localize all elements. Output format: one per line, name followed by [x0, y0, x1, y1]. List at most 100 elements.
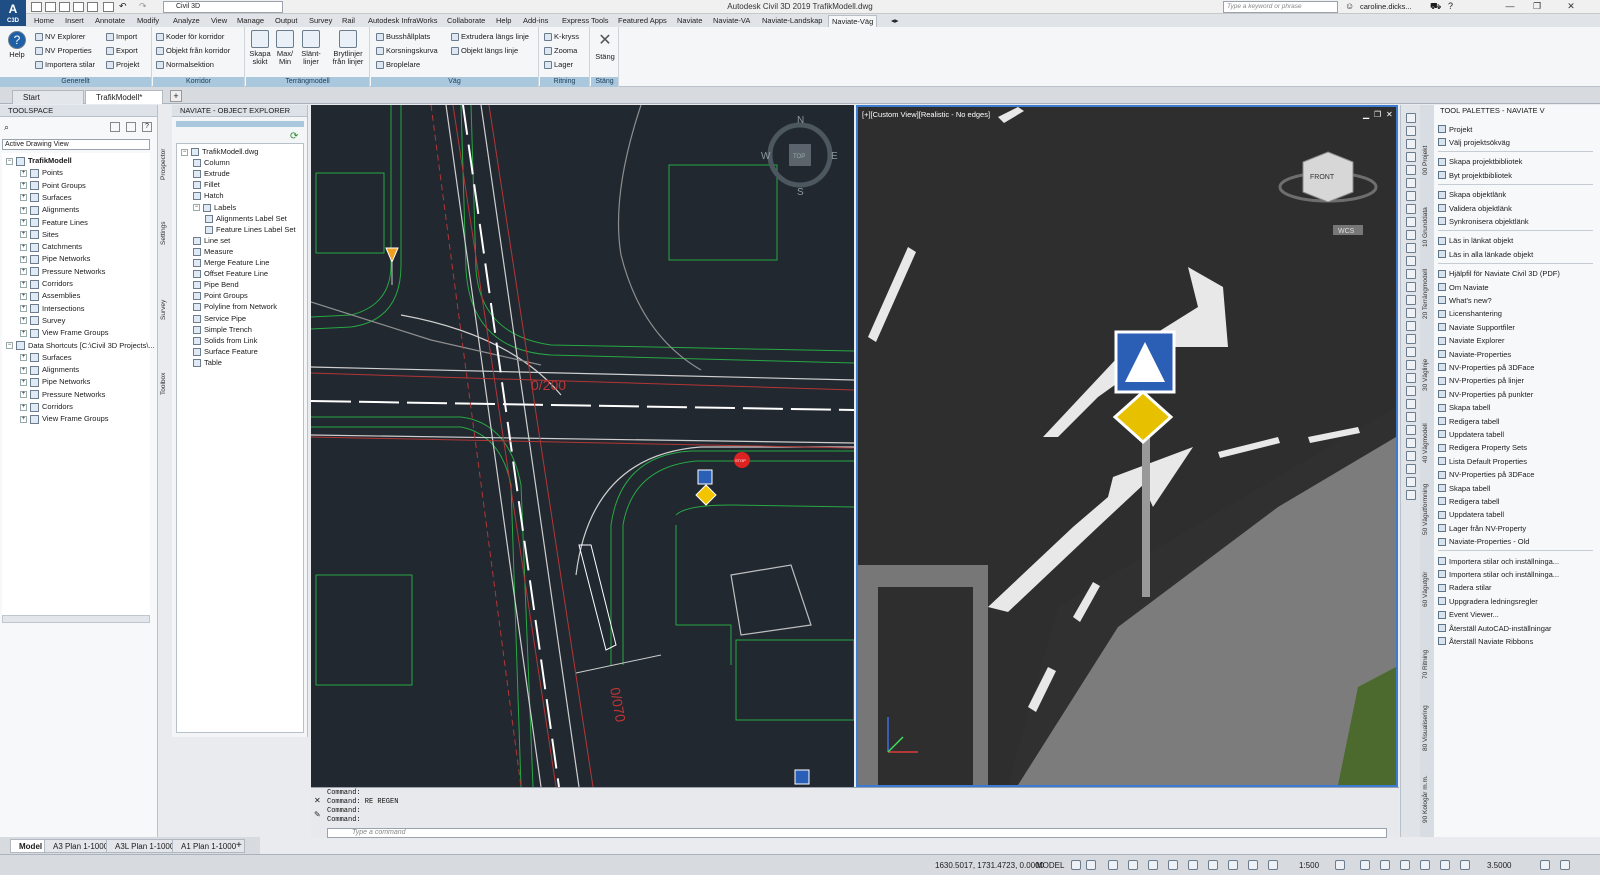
- importera-stilar-button[interactable]: Importera stilar: [35, 60, 95, 69]
- palette-tool[interactable]: Projekt: [1438, 123, 1472, 135]
- open-icon[interactable]: [45, 2, 56, 12]
- tree-item[interactable]: + Corridors: [20, 278, 73, 290]
- palette-tool[interactable]: Licenshantering: [1438, 308, 1502, 320]
- settings-icon[interactable]: [1335, 860, 1345, 870]
- drawing-viewport[interactable]: 0/200 0/070 STOP TOP N S E W: [310, 104, 855, 788]
- save-icon[interactable]: [59, 2, 70, 12]
- tool-icon[interactable]: [1406, 113, 1416, 123]
- palette-tool[interactable]: Synkronisera objektlänk: [1438, 215, 1529, 227]
- palette-tool[interactable]: Hjälpfil för Naviate Civil 3D (PDF): [1438, 268, 1560, 280]
- palette-tool[interactable]: Naviate-Properties: [1438, 348, 1511, 360]
- skapa-skikt-button[interactable]: Skapa skikt: [246, 30, 274, 66]
- expand-toggle-icon[interactable]: −: [181, 148, 188, 156]
- palette-tool[interactable]: Redigera tabell: [1438, 415, 1499, 427]
- tab-survey[interactable]: Survey: [160, 290, 170, 320]
- tree-item[interactable]: + Catchments: [20, 241, 82, 253]
- undo-icon[interactable]: ↶: [119, 1, 127, 12]
- add-icon[interactable]: [1360, 860, 1370, 870]
- expand-toggle-icon[interactable]: +: [20, 243, 27, 251]
- viewport-label[interactable]: [+][Custom View][Realistic - No edges]: [862, 110, 990, 119]
- palette-tab[interactable]: 10 Grunddata: [1422, 187, 1432, 247]
- tree-item[interactable]: + Assemblies: [20, 290, 80, 302]
- tree-item[interactable]: + View Frame Groups: [20, 327, 109, 339]
- tree-item[interactable]: + Pipe Networks: [20, 253, 90, 265]
- viewport-minimize-icon[interactable]: ▁: [1363, 110, 1369, 119]
- expand-toggle-icon[interactable]: +: [20, 169, 27, 177]
- tree-item[interactable]: + Alignments: [20, 204, 79, 216]
- tool-icon[interactable]: [1406, 217, 1416, 227]
- tree-item[interactable]: − Data Shortcuts [C:\Civil 3D Projects\..…: [6, 340, 155, 352]
- otrack-icon[interactable]: [1168, 860, 1178, 870]
- help-button[interactable]: ? Help: [3, 31, 31, 59]
- transparency-icon[interactable]: [1208, 860, 1218, 870]
- lineweight-icon[interactable]: [1188, 860, 1198, 870]
- workspace-select[interactable]: Civil 3D: [163, 1, 283, 13]
- nv-properties-button[interactable]: NV Properties: [35, 46, 92, 55]
- tab-home[interactable]: Home: [31, 15, 57, 27]
- tree-item[interactable]: + Survey: [20, 315, 65, 327]
- tree-item[interactable]: − TrafikModell: [6, 155, 72, 167]
- tree-item[interactable]: + Corridors: [20, 401, 73, 413]
- cmd-close-icon[interactable]: ✕: [314, 796, 321, 805]
- user-icon[interactable]: ☺: [1345, 1, 1354, 11]
- tree-item[interactable]: + Surfaces: [20, 192, 72, 204]
- tool-icon[interactable]: [1406, 451, 1416, 461]
- tool-icon[interactable]: [1406, 126, 1416, 136]
- palette-tool[interactable]: Importera stilar och inställninga...: [1438, 555, 1559, 567]
- tab-annotate[interactable]: Annotate: [92, 15, 128, 27]
- redo-icon[interactable]: ↷: [139, 1, 147, 12]
- search-icon[interactable]: ⌕: [4, 122, 9, 133]
- tree-item[interactable]: + Points: [20, 167, 63, 179]
- save-as-icon[interactable]: [73, 2, 84, 12]
- tab-naviate-va[interactable]: Naviate-VA: [710, 15, 753, 27]
- palette-tool[interactable]: Skapa tabell: [1438, 402, 1490, 414]
- expand-toggle-icon[interactable]: +: [20, 206, 27, 214]
- tab-express-tools[interactable]: Express Tools: [559, 15, 612, 27]
- tab-rail[interactable]: Rail: [339, 15, 358, 27]
- osnap-icon[interactable]: [1148, 860, 1158, 870]
- ortho-icon[interactable]: [1108, 860, 1118, 870]
- tab-a1-plan[interactable]: A1 Plan 1-1000: [172, 839, 246, 853]
- tab-featured-apps[interactable]: Featured Apps: [615, 15, 670, 27]
- stang-button[interactable]: ✕ Stäng: [591, 33, 619, 61]
- tool-icon[interactable]: [1406, 165, 1416, 175]
- expand-toggle-icon[interactable]: +: [20, 219, 27, 226]
- palette-tool[interactable]: Redigera Property Sets: [1438, 442, 1527, 454]
- expand-toggle-icon[interactable]: +: [20, 366, 27, 374]
- palette-tool[interactable]: Lager från NV-Property: [1438, 522, 1526, 534]
- tab-naviate-vag[interactable]: Naviate-Väg: [828, 15, 878, 27]
- zoom-readout[interactable]: 3.5000: [1487, 861, 1511, 870]
- expand-toggle-icon[interactable]: +: [20, 415, 27, 423]
- expand-toggle-icon[interactable]: +: [20, 354, 27, 362]
- palette-tab[interactable]: 90 Kologår m.m.: [1422, 763, 1432, 823]
- viewport-restore-icon[interactable]: ❐: [1374, 110, 1381, 119]
- palette-tool[interactable]: Återställ Naviate Ribbons: [1438, 635, 1533, 647]
- tree-item[interactable]: + Pipe Networks: [20, 376, 90, 388]
- quick-properties-icon[interactable]: [1400, 860, 1410, 870]
- nv-explorer-button[interactable]: NV Explorer: [35, 32, 85, 41]
- refresh-icon[interactable]: ⟳: [290, 131, 298, 142]
- cart-icon[interactable]: ⛟: [1430, 1, 1441, 13]
- palette-tool[interactable]: Läs in länkat objekt: [1438, 235, 1513, 247]
- max-min-button[interactable]: Max/ Min: [271, 30, 299, 66]
- viewport-close-icon[interactable]: ✕: [1386, 110, 1393, 119]
- panel-title-ritning[interactable]: Ritning: [540, 77, 589, 87]
- plan-drawing[interactable]: 0/200 0/070 STOP TOP N S E W: [310, 104, 855, 788]
- grid-icon[interactable]: [1071, 860, 1081, 870]
- tab-prospector[interactable]: Prospector: [160, 140, 170, 180]
- tab-modify[interactable]: Modify: [134, 15, 162, 27]
- tree-item[interactable]: + Pressure Networks: [20, 266, 105, 278]
- expand-toggle-icon[interactable]: +: [20, 317, 27, 325]
- expand-toggle-icon[interactable]: +: [20, 329, 27, 337]
- horizontal-scrollbar[interactable]: [2, 615, 150, 623]
- tree-item[interactable]: + View Frame Groups: [20, 413, 109, 425]
- panel-title-generellt[interactable]: Generellt: [0, 77, 151, 87]
- import-button[interactable]: Import: [106, 32, 137, 41]
- expand-toggle-icon[interactable]: +: [20, 292, 27, 300]
- new-tab-icon[interactable]: +: [170, 90, 182, 102]
- snap-icon[interactable]: [1086, 860, 1096, 870]
- tree-item[interactable]: + Intersections: [20, 303, 85, 315]
- add-layout-icon[interactable]: +: [236, 840, 242, 851]
- close-button[interactable]: ✕: [1558, 0, 1584, 14]
- palette-tool[interactable]: Välj projektsökväg: [1438, 136, 1510, 148]
